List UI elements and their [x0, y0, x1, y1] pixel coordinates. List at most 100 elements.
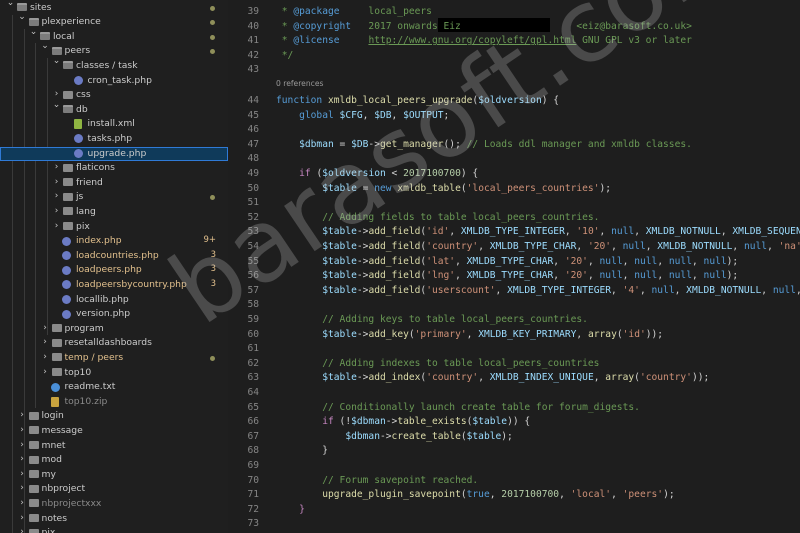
code-line[interactable]: 67 $dbman->create_table($table);: [228, 430, 800, 445]
folder-icon: [51, 368, 62, 377]
chevron-right-icon[interactable]: ›: [52, 221, 61, 231]
tree-file-loadcountries-php[interactable]: loadcountries.php 3: [0, 249, 228, 264]
tree-file-readme-txt[interactable]: readme.txt: [0, 380, 228, 395]
chevron-right-icon[interactable]: ›: [18, 425, 27, 435]
tree-folder-friend[interactable]: › friend: [0, 176, 228, 191]
tree-file-loadpeersbycountry-php[interactable]: loadpeersbycountry.php 3: [0, 278, 228, 293]
tree-folder-notes[interactable]: › notes: [0, 512, 228, 527]
code-line[interactable]: 59 // Adding keys to table local_peers_c…: [228, 313, 800, 328]
code-editor[interactable]: 0 references 39 * @package local_peers 40…: [228, 0, 800, 533]
chevron-right-icon[interactable]: ›: [18, 527, 27, 533]
chevron-right-icon[interactable]: ›: [52, 206, 61, 216]
chevron-down-icon[interactable]: ⌄: [52, 56, 61, 66]
code-line[interactable]: 64: [228, 386, 800, 401]
codelens-references[interactable]: 0 references: [276, 79, 323, 88]
tree-file-locallib-php[interactable]: locallib.php: [0, 293, 228, 308]
chevron-down-icon[interactable]: ⌄: [29, 27, 38, 37]
code-line[interactable]: 51: [228, 196, 800, 211]
chevron-right-icon[interactable]: ›: [52, 177, 61, 187]
tree-file-version-php[interactable]: version.php: [0, 307, 228, 322]
chevron-right-icon[interactable]: ›: [41, 337, 50, 347]
tree-file-upgrade-php[interactable]: upgrade.php: [0, 146, 228, 162]
code-line[interactable]: 56 $table->add_field('lng', XMLDB_TYPE_C…: [228, 269, 800, 284]
chevron-down-icon[interactable]: ⌄: [41, 41, 50, 51]
code-line[interactable]: 50 $table = new xmldb_table('local_peers…: [228, 182, 800, 197]
code-line[interactable]: 39 * @package local_peers: [228, 5, 800, 20]
code-line[interactable]: 71 upgrade_plugin_savepoint(true, 201710…: [228, 488, 800, 503]
chevron-down-icon[interactable]: ⌄: [18, 12, 27, 22]
chevron-right-icon[interactable]: ›: [41, 367, 50, 377]
code-line[interactable]: 55 $table->add_field('lat', XMLDB_TYPE_C…: [228, 255, 800, 270]
tree-folder-js[interactable]: › js: [0, 190, 228, 205]
code-token: ,: [455, 255, 467, 267]
chevron-right-icon[interactable]: ›: [41, 352, 50, 362]
tree-folder-message[interactable]: › message: [0, 424, 228, 439]
code-line[interactable]: 41 * @license http://www.gnu.org/copylef…: [228, 34, 800, 49]
tree-folder-resetalldashboards[interactable]: › resetalldashboards: [0, 336, 228, 351]
chevron-right-icon[interactable]: ›: [18, 483, 27, 493]
tree-folder-mnet[interactable]: › mnet: [0, 439, 228, 454]
code-line[interactable]: 49 if ($oldversion < 2017100700) {: [228, 167, 800, 182]
code-line[interactable]: 57 $table->add_field('userscount', XMLDB…: [228, 284, 800, 299]
tree-folder-peers[interactable]: ⌄ peers: [0, 41, 228, 59]
chevron-right-icon[interactable]: ›: [18, 469, 27, 479]
code-line[interactable]: 43: [228, 63, 800, 78]
chevron-right-icon[interactable]: ›: [41, 323, 50, 333]
tree-folder-db[interactable]: ⌄ db: [0, 100, 228, 118]
tree-file-tasks-php[interactable]: tasks.php: [0, 132, 228, 147]
tree-folder-login[interactable]: › login: [0, 409, 228, 424]
chevron-right-icon[interactable]: ›: [18, 410, 27, 420]
tree-folder-program[interactable]: › program: [0, 322, 228, 337]
tree-file-loadpeers-php[interactable]: loadpeers.php 3: [0, 263, 228, 278]
chevron-right-icon[interactable]: ›: [18, 440, 27, 450]
tree-folder-lang[interactable]: › lang: [0, 205, 228, 220]
code-line[interactable]: 72 }: [228, 503, 800, 518]
code-line[interactable]: 47 $dbman = $DB->get_manager(); // Loads…: [228, 138, 800, 153]
code-line[interactable]: 65 // Conditionally launch create table …: [228, 401, 800, 416]
chevron-right-icon[interactable]: ›: [52, 191, 61, 201]
code-line[interactable]: 45 global $CFG, $DB, $OUTPUT;: [228, 109, 800, 124]
code-line[interactable]: 68 }: [228, 444, 800, 459]
code-line[interactable]: 54 $table->add_field('country', XMLDB_TY…: [228, 240, 800, 255]
tree-file-top10-zip[interactable]: top10.zip: [0, 395, 228, 410]
code-line[interactable]: 66 if (!$dbman->table_exists($table)) {: [228, 415, 800, 430]
code-line[interactable]: 58: [228, 298, 800, 313]
tree-folder-temp-peers[interactable]: › temp / peers: [0, 351, 228, 366]
tree-folder-pix[interactable]: › pix: [0, 220, 228, 235]
tree-folder-mod[interactable]: › mod: [0, 453, 228, 468]
code-line[interactable]: 42 */: [228, 49, 800, 64]
chevron-right-icon[interactable]: ›: [18, 498, 27, 508]
code-line[interactable]: 61: [228, 342, 800, 357]
tree-folder-nbproject[interactable]: › nbproject: [0, 482, 228, 497]
tree-folder-pix[interactable]: › pix: [0, 526, 228, 533]
code-line[interactable]: 52 // Adding fields to table local_peers…: [228, 211, 800, 226]
tree-file-install-xml[interactable]: install.xml: [0, 117, 228, 132]
tree-file-index-php[interactable]: index.php 9+: [0, 234, 228, 249]
tree-file-cron-task-php[interactable]: cron_task.php: [0, 74, 228, 89]
code-line[interactable]: 70 // Forum savepoint reached.: [228, 474, 800, 489]
chevron-right-icon[interactable]: ›: [52, 89, 61, 99]
code-line[interactable]: 60 $table->add_key('primary', XMLDB_KEY_…: [228, 328, 800, 343]
tree-folder-nbprojectxxx[interactable]: › nbprojectxxx: [0, 497, 228, 512]
tree-folder-my[interactable]: › my: [0, 468, 228, 483]
code-line[interactable]: 73: [228, 517, 800, 532]
tree-folder-css[interactable]: › css: [0, 88, 228, 103]
tree-folder-classes-task[interactable]: ⌄ classes / task: [0, 56, 228, 74]
chevron-right-icon[interactable]: ›: [18, 513, 27, 523]
chevron-right-icon[interactable]: ›: [52, 162, 61, 172]
code-line[interactable]: 46: [228, 123, 800, 138]
tree-folder-flaticons[interactable]: › flaticons: [0, 161, 228, 176]
tree-folder-sites[interactable]: ⌄ sites: [0, 0, 228, 16]
code-line[interactable]: 53 $table->add_field('id', XMLDB_TYPE_IN…: [228, 225, 800, 240]
code-line[interactable]: 62 // Adding indexes to table local_peer…: [228, 357, 800, 372]
code-line[interactable]: 69: [228, 459, 800, 474]
code-line[interactable]: 44 function xmldb_local_peers_upgrade($ol…: [228, 94, 800, 109]
code-line[interactable]: 63 $table->add_index('country', XMLDB_IN…: [228, 371, 800, 386]
chevron-down-icon[interactable]: ⌄: [6, 0, 15, 8]
chevron-right-icon[interactable]: ›: [18, 454, 27, 464]
code-line[interactable]: 40 * @copyright 2017 onwards Eiz <eiz@ba…: [228, 20, 800, 35]
code-line[interactable]: 48: [228, 152, 800, 167]
tree-folder-local[interactable]: ⌄ local: [0, 27, 228, 45]
tree-folder-top10[interactable]: › top10: [0, 366, 228, 381]
chevron-down-icon[interactable]: ⌄: [52, 100, 61, 110]
